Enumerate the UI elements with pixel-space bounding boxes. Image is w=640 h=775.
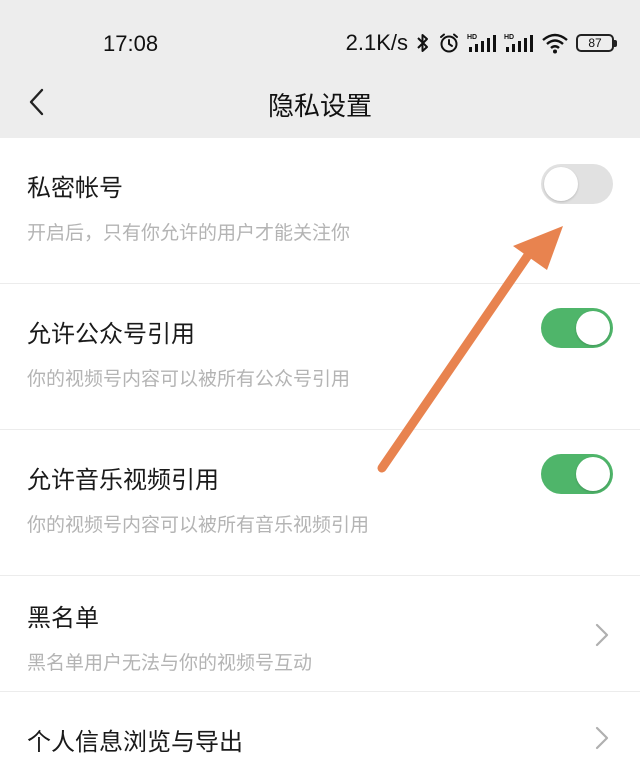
status-bar: 17:08 2.1K/s HD HD 87: [0, 0, 640, 76]
setting-row-personal-info[interactable]: 个人信息浏览与导出: [0, 692, 640, 775]
setting-row-private-account: 私密帐号 开启后，只有你允许的用户才能关注你: [0, 138, 640, 284]
hd-signal-icon: HD: [504, 32, 534, 54]
setting-description: 黑名单用户无法与你的视频号互动: [27, 652, 313, 674]
setting-description: 你的视频号内容可以被所有公众号引用: [27, 368, 351, 390]
toggle-knob: [576, 457, 610, 491]
battery-icon: 87: [576, 34, 617, 52]
setting-description: 你的视频号内容可以被所有音乐视频引用: [27, 514, 370, 536]
wifi-icon: [541, 32, 569, 54]
setting-title: 黑名单: [27, 604, 99, 632]
status-icons: 2.1K/s HD HD 87: [345, 30, 617, 56]
setting-title: 允许音乐视频引用: [27, 466, 219, 494]
setting-title: 私密帐号: [27, 174, 123, 202]
toggle-knob: [544, 167, 578, 201]
private-account-toggle[interactable]: [541, 164, 613, 204]
alarm-icon: [438, 32, 460, 54]
svg-text:HD: HD: [467, 34, 477, 41]
settings-list: 私密帐号 开启后，只有你允许的用户才能关注你 允许公众号引用 你的视频号内容可以…: [0, 138, 640, 775]
chevron-right-icon: [595, 726, 609, 750]
setting-row-blacklist[interactable]: 黑名单 黑名单用户无法与你的视频号互动: [0, 576, 640, 692]
hd-signal-icon: HD: [467, 32, 497, 54]
network-speed: 2.1K/s: [345, 30, 408, 55]
toggle-knob: [576, 311, 610, 345]
setting-title: 个人信息浏览与导出: [27, 728, 243, 756]
setting-title: 允许公众号引用: [27, 320, 195, 348]
status-time: 17:08: [103, 31, 159, 56]
setting-row-allow-official-account: 允许公众号引用 你的视频号内容可以被所有公众号引用: [0, 284, 640, 430]
svg-text:HD: HD: [504, 34, 514, 41]
setting-row-allow-music-video: 允许音乐视频引用 你的视频号内容可以被所有音乐视频引用: [0, 430, 640, 576]
page-title: 隐私设置: [267, 92, 372, 122]
allow-official-account-toggle[interactable]: [541, 308, 613, 348]
allow-music-video-toggle[interactable]: [541, 454, 613, 494]
setting-description: 开启后，只有你允许的用户才能关注你: [27, 222, 351, 244]
bluetooth-icon: [415, 32, 431, 54]
chevron-right-icon: [595, 623, 609, 647]
nav-bar: 隐私设置: [0, 76, 640, 138]
